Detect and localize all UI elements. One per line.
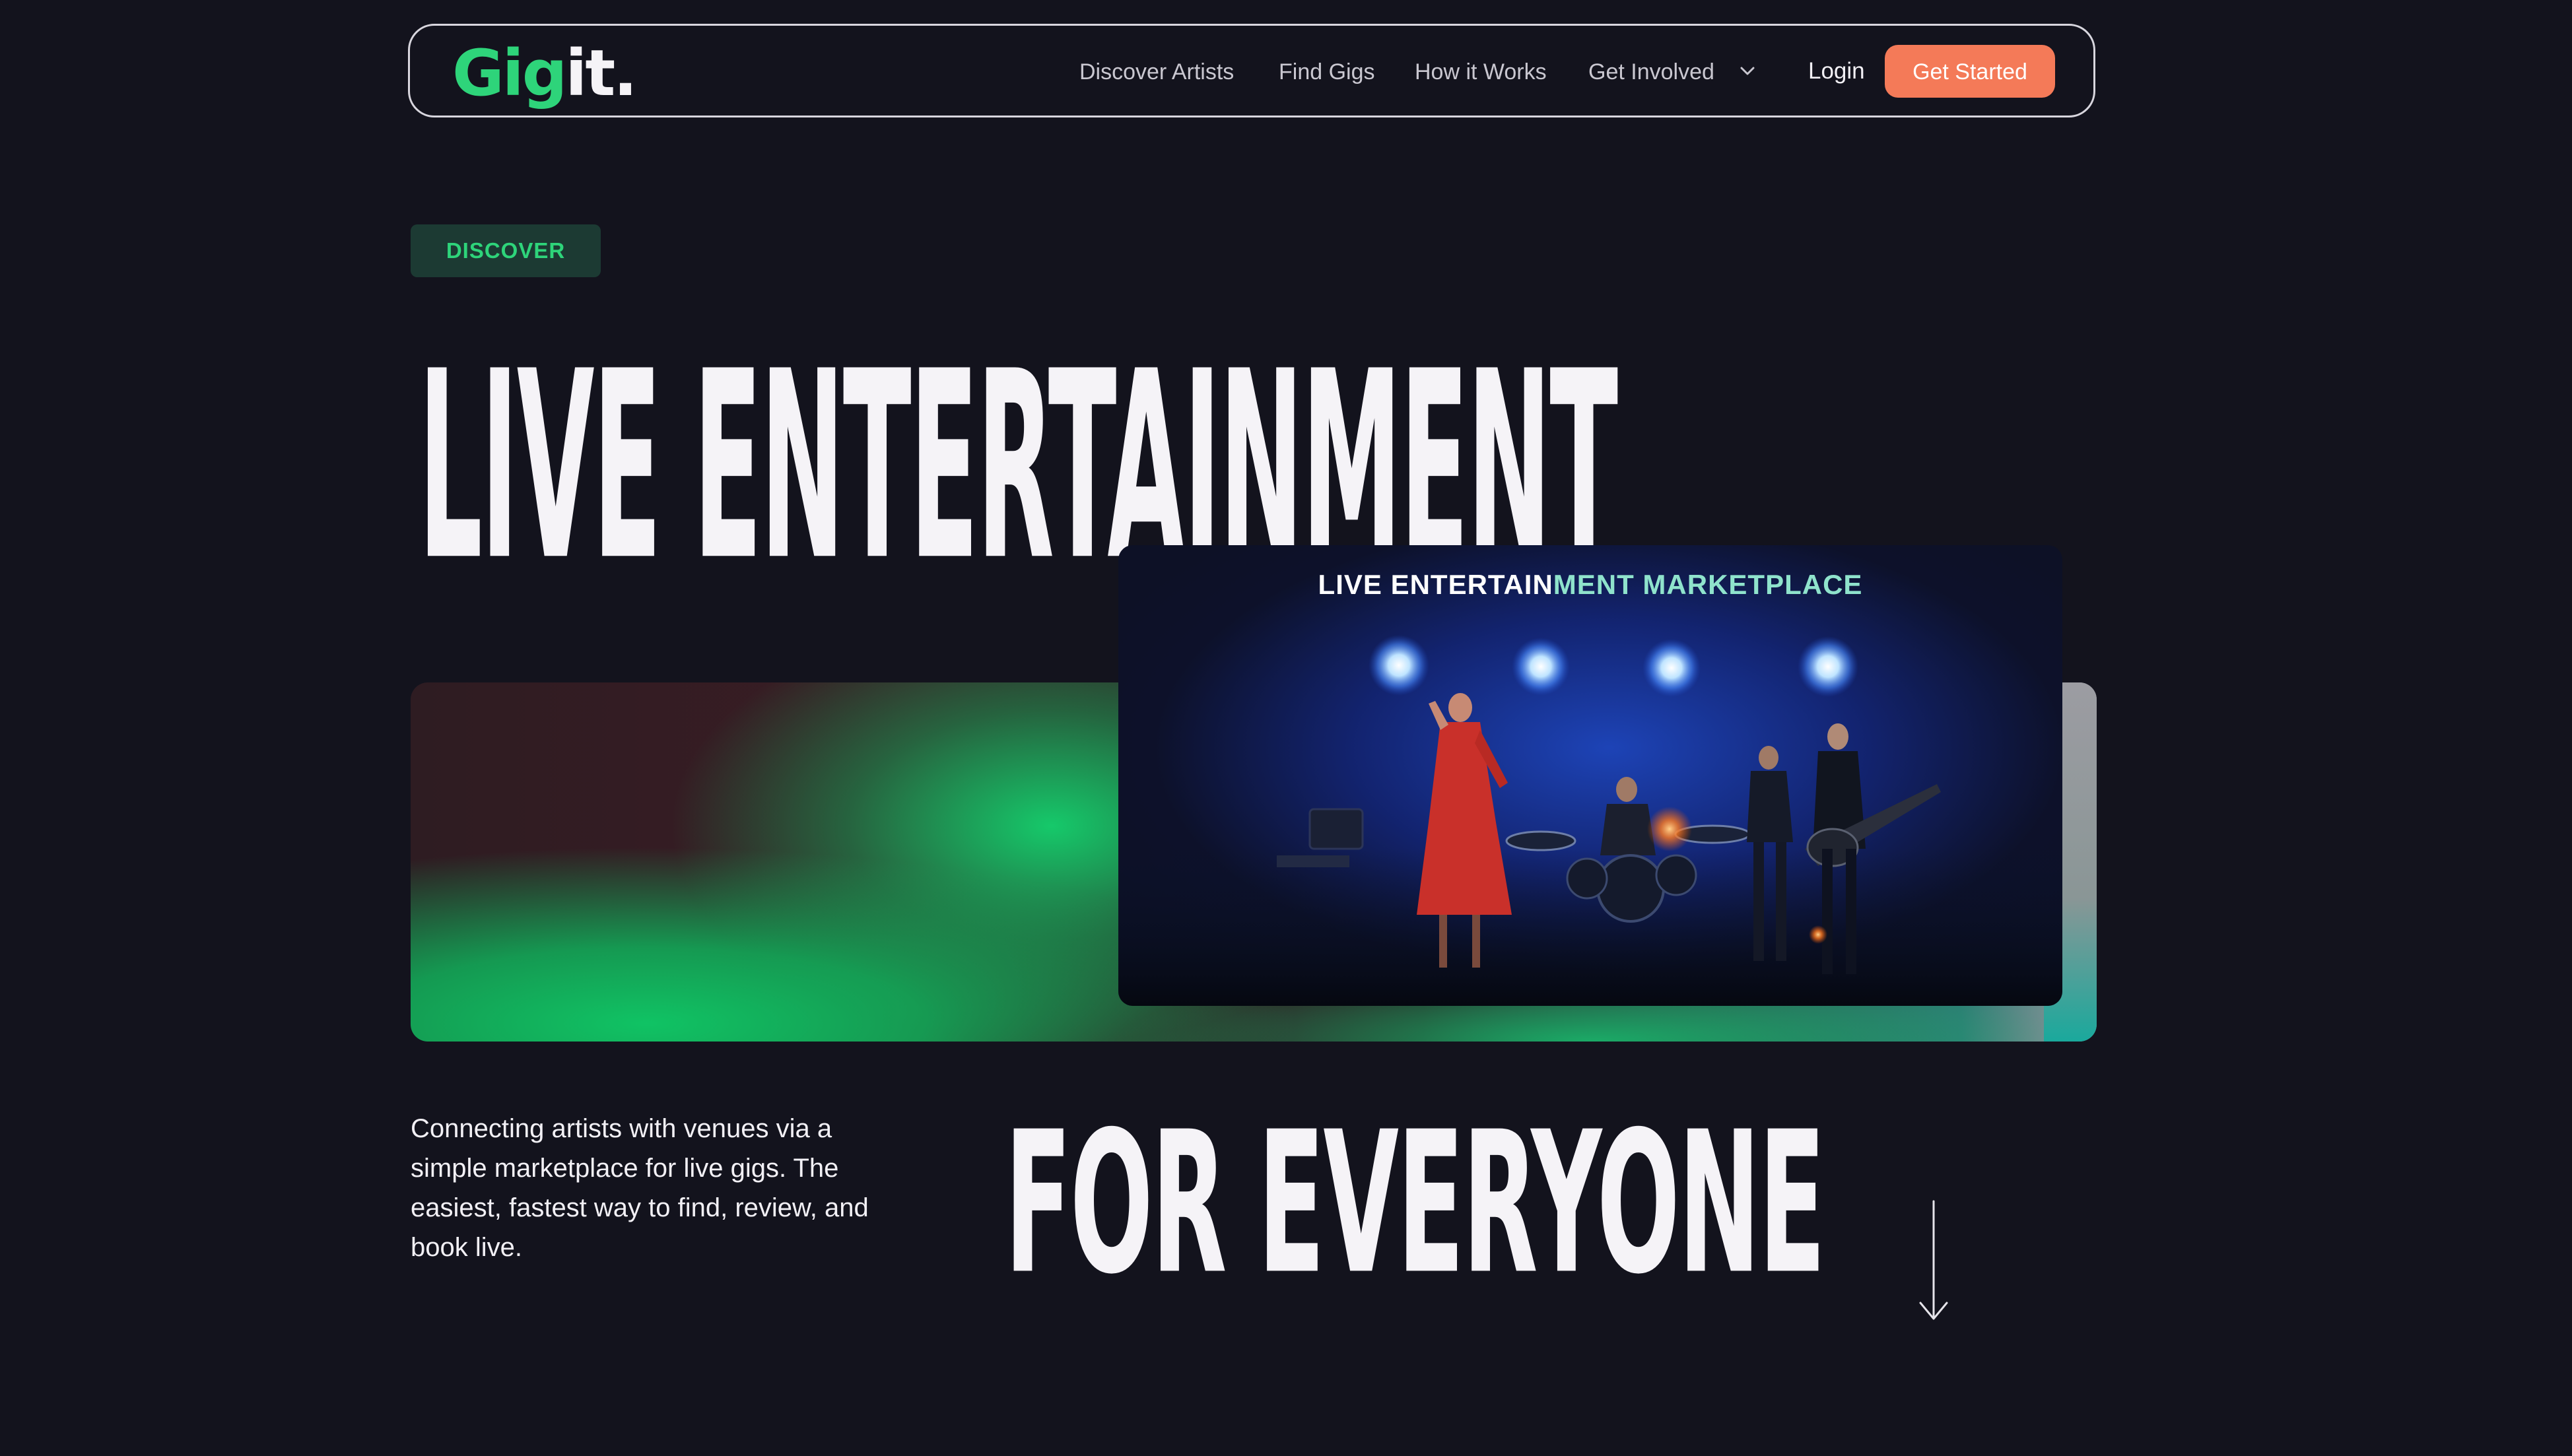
- hero-video[interactable]: LIVE ENTERTAINMENT MARKETPLACE: [1118, 545, 2062, 1006]
- concert-stage-image: [1118, 635, 2062, 1006]
- nav-link-find-gigs[interactable]: Find Gigs: [1279, 59, 1375, 85]
- video-title: LIVE ENTERTAINMENT MARKETPLACE: [1118, 569, 2062, 601]
- get-started-button[interactable]: Get Started: [1885, 45, 2055, 98]
- navbar: Gigit. Discover Artists Find Gigs How it…: [408, 24, 2095, 117]
- video-title-b: MENT MARKETPLACE: [1553, 569, 1863, 600]
- nav-link-get-involved[interactable]: Get Involved: [1588, 59, 1714, 85]
- login-link[interactable]: Login: [1808, 58, 1865, 84]
- logo[interactable]: Gigit.: [452, 40, 638, 106]
- logo-prefix: Gig: [452, 36, 567, 110]
- nav-link-discover-artists[interactable]: Discover Artists: [1079, 59, 1234, 85]
- arrow-down-icon[interactable]: [1917, 1200, 1950, 1321]
- page: Gigit. Discover Artists Find Gigs How it…: [0, 0, 2572, 1456]
- chevron-down-icon[interactable]: [1740, 66, 1755, 77]
- hero-description: Connecting artists with venues via a sim…: [411, 1114, 869, 1262]
- nav-link-how-it-works[interactable]: How it Works: [1415, 59, 1547, 85]
- headline-bottom: FOR EVERYONE: [1005, 1090, 1825, 1317]
- logo-suffix: it.: [565, 36, 637, 110]
- video-title-a: LIVE ENTERTAIN: [1318, 569, 1553, 600]
- discover-badge: DISCOVER: [411, 224, 601, 277]
